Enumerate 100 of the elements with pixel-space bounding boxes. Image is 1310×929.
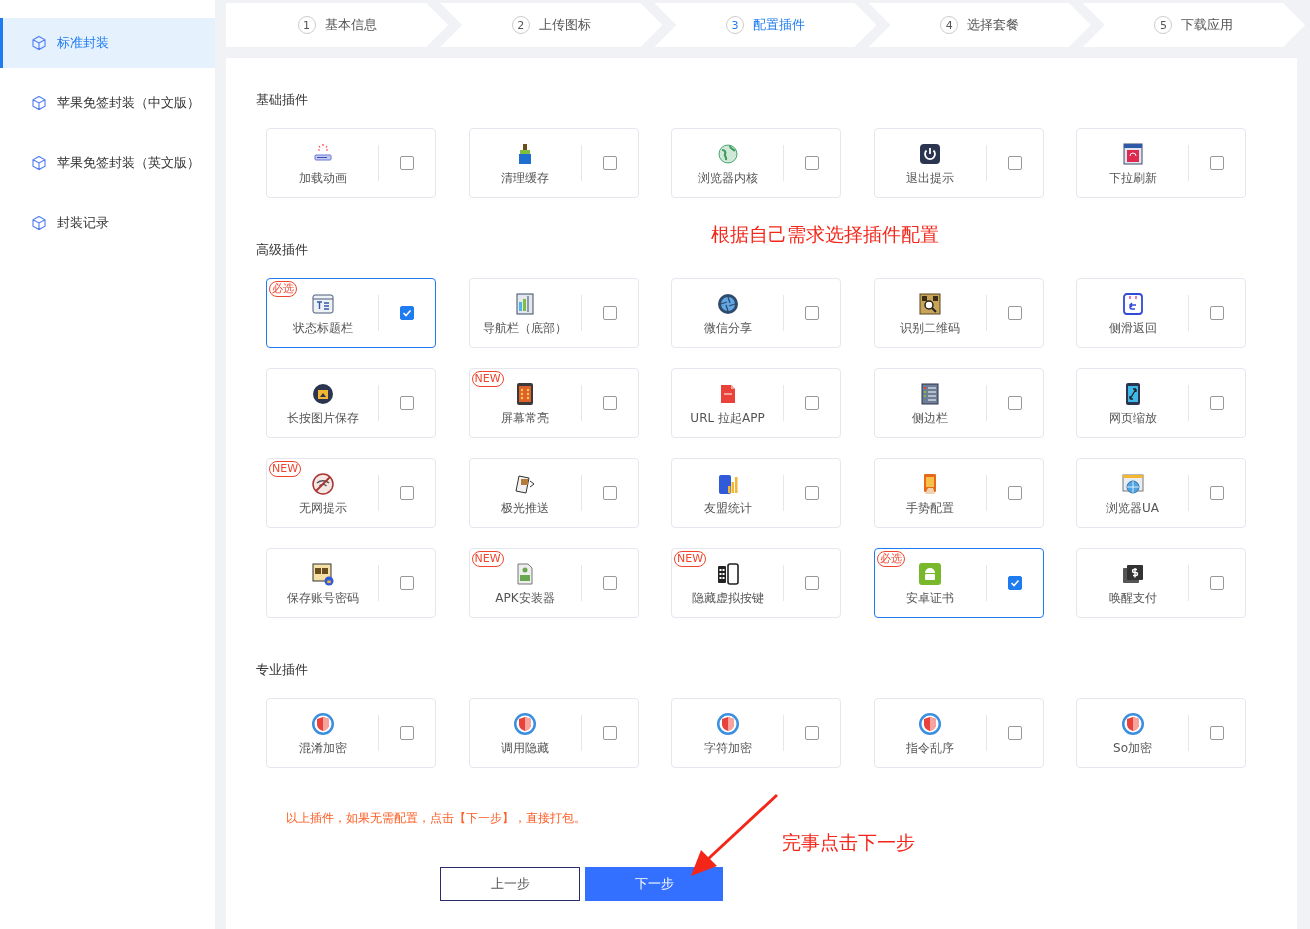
checkbox[interactable] — [1007, 486, 1022, 500]
plugin-card[interactable]: 加载动画 — [266, 128, 436, 198]
checkbox[interactable] — [1007, 396, 1022, 410]
plugin-card[interactable]: 识别二维码 — [873, 278, 1044, 348]
step-tab[interactable]: 5 下载应用 — [1082, 3, 1305, 47]
plugin-card[interactable]: So加密 — [1076, 698, 1246, 768]
checkbox[interactable] — [1210, 396, 1224, 410]
plugin-card[interactable]: 浏览器内核 — [671, 128, 841, 198]
plugin-card[interactable]: URL 拉起APP — [671, 368, 841, 438]
plugin-label: 侧边栏 — [912, 409, 948, 427]
sidebar-item[interactable]: 苹果免签封装（中文版） — [0, 78, 215, 128]
plugin-card[interactable]: 微信分享 — [671, 278, 841, 348]
checkbox[interactable] — [602, 156, 617, 170]
plugin-card[interactable]: 网页缩放 — [1076, 368, 1246, 438]
checkbox[interactable] — [805, 306, 819, 320]
checkbox[interactable] — [602, 486, 617, 500]
plugin-card[interactable]: NEW 无网提示 — [266, 458, 436, 528]
plugin-card[interactable]: 调用隐藏 — [468, 698, 639, 768]
plugin-label: 字符加密 — [703, 739, 752, 757]
sidebar-item[interactable]: 封装记录 — [0, 198, 215, 248]
plugin-card[interactable]: 退出提示 — [873, 128, 1044, 198]
plugin-card[interactable]: 清理缓存 — [468, 128, 639, 198]
checkbox[interactable] — [1210, 726, 1224, 740]
plugin-card[interactable]: 字符加密 — [671, 698, 841, 768]
checkbox[interactable] — [805, 726, 819, 740]
checkbox[interactable] — [1210, 486, 1224, 500]
checkbox[interactable] — [1007, 726, 1022, 740]
plugin-card[interactable]: 友盟统计 — [671, 458, 841, 528]
checkbox[interactable] — [1210, 306, 1224, 320]
plugin-label: 加载动画 — [298, 169, 347, 187]
plugin-card[interactable]: 侧滑返回 — [1076, 278, 1246, 348]
step-tab[interactable]: 2 上传图标 — [440, 3, 663, 47]
previous-button[interactable]: 上一步 — [440, 867, 580, 901]
plugin-card[interactable]: 指令乱序 — [873, 698, 1044, 768]
checkbox[interactable] — [400, 726, 414, 740]
checkbox[interactable] — [805, 396, 819, 410]
checkbox[interactable] — [400, 486, 414, 500]
plugin-label: 极光推送 — [501, 499, 549, 517]
checkbox[interactable] — [400, 576, 414, 590]
checkbox[interactable] — [805, 156, 819, 170]
power-icon — [918, 141, 942, 166]
plugin-card[interactable]: 浏览器UA — [1076, 458, 1246, 528]
checkbox[interactable] — [602, 576, 617, 590]
checkbox[interactable] — [805, 576, 819, 590]
plugin-label: 友盟统计 — [703, 499, 752, 517]
sidebar-item[interactable]: 苹果免签封装（英文版） — [0, 138, 215, 188]
plugin-card[interactable]: 下拉刷新 — [1076, 128, 1246, 198]
plugin-card[interactable]: 导航栏（底部） — [468, 278, 639, 348]
plugin-card[interactable]: 混淆加密 — [266, 698, 436, 768]
plugin-card[interactable]: 保存账号密码 — [266, 548, 436, 618]
checkbox[interactable] — [1210, 156, 1224, 170]
plugin-label: 下拉刷新 — [1108, 169, 1157, 187]
plugin-label: 清理缓存 — [501, 169, 549, 187]
check-icon — [402, 308, 412, 318]
checkbox[interactable] — [1007, 306, 1022, 320]
checkbox[interactable] — [1007, 156, 1022, 170]
sidebar-item[interactable]: 标准封装 — [0, 18, 215, 68]
step-tab[interactable]: 1 基本信息 — [226, 3, 449, 47]
checkbox[interactable] — [1007, 576, 1022, 590]
checkbox[interactable] — [1210, 576, 1224, 590]
plugin-label: So加密 — [1113, 739, 1152, 757]
shield-icon — [715, 711, 740, 736]
plugin-label: 导航栏（底部） — [483, 319, 567, 337]
plugin-label: 识别二维码 — [900, 319, 960, 337]
checkbox[interactable] — [602, 396, 617, 410]
section-title: 基础插件 — [256, 91, 309, 109]
plugin-card[interactable]: 极光推送 — [468, 458, 639, 528]
plugin-label: 安卓证书 — [906, 589, 954, 607]
plugin-card[interactable]: NEW 隐藏虚拟按键 — [671, 548, 841, 618]
next-button[interactable]: 下一步 — [585, 867, 723, 901]
plugin-card[interactable]: 侧边栏 — [873, 368, 1044, 438]
plugin-card[interactable]: 必选 状态标题栏 — [266, 278, 436, 348]
plugin-card[interactable]: 必选 安卓证书 — [873, 548, 1044, 618]
plugin-badge: NEW — [471, 551, 504, 567]
plugin-card[interactable]: 手势配置 — [873, 458, 1044, 528]
plugin-label: 网页缩放 — [1108, 409, 1157, 427]
plugin-card[interactable]: NEW APK安装器 — [468, 548, 639, 618]
plugin-label: 微信分享 — [703, 319, 752, 337]
plugin-badge: 必选 — [269, 281, 297, 297]
cube-icon — [31, 155, 47, 171]
cube-icon — [31, 35, 47, 51]
checkbox[interactable] — [400, 306, 414, 320]
checkbox[interactable] — [805, 486, 819, 500]
checkbox[interactable] — [400, 156, 414, 170]
annotation-text: 根据自己需求选择插件配置 — [711, 222, 939, 247]
checkbox[interactable] — [400, 396, 414, 410]
plugin-card[interactable]: 唤醒支付 — [1076, 548, 1246, 618]
step-tab[interactable]: 4 选择套餐 — [868, 3, 1091, 47]
plugin-label: 长按图片保存 — [286, 409, 359, 427]
plugin-card[interactable]: NEW 屏幕常亮 — [468, 368, 639, 438]
plugin-label: 唤醒支付 — [1108, 589, 1157, 607]
plugin-label: 侧滑返回 — [1108, 319, 1157, 337]
cube-icon — [31, 215, 47, 231]
checkbox[interactable] — [602, 306, 617, 320]
plugin-label: 退出提示 — [906, 169, 954, 187]
plugin-label: URL 拉起APP — [690, 409, 765, 427]
shield-icon — [918, 711, 942, 736]
step-tab[interactable]: 3 配置插件 — [654, 3, 877, 47]
plugin-card[interactable]: 长按图片保存 — [266, 368, 436, 438]
checkbox[interactable] — [602, 726, 617, 740]
